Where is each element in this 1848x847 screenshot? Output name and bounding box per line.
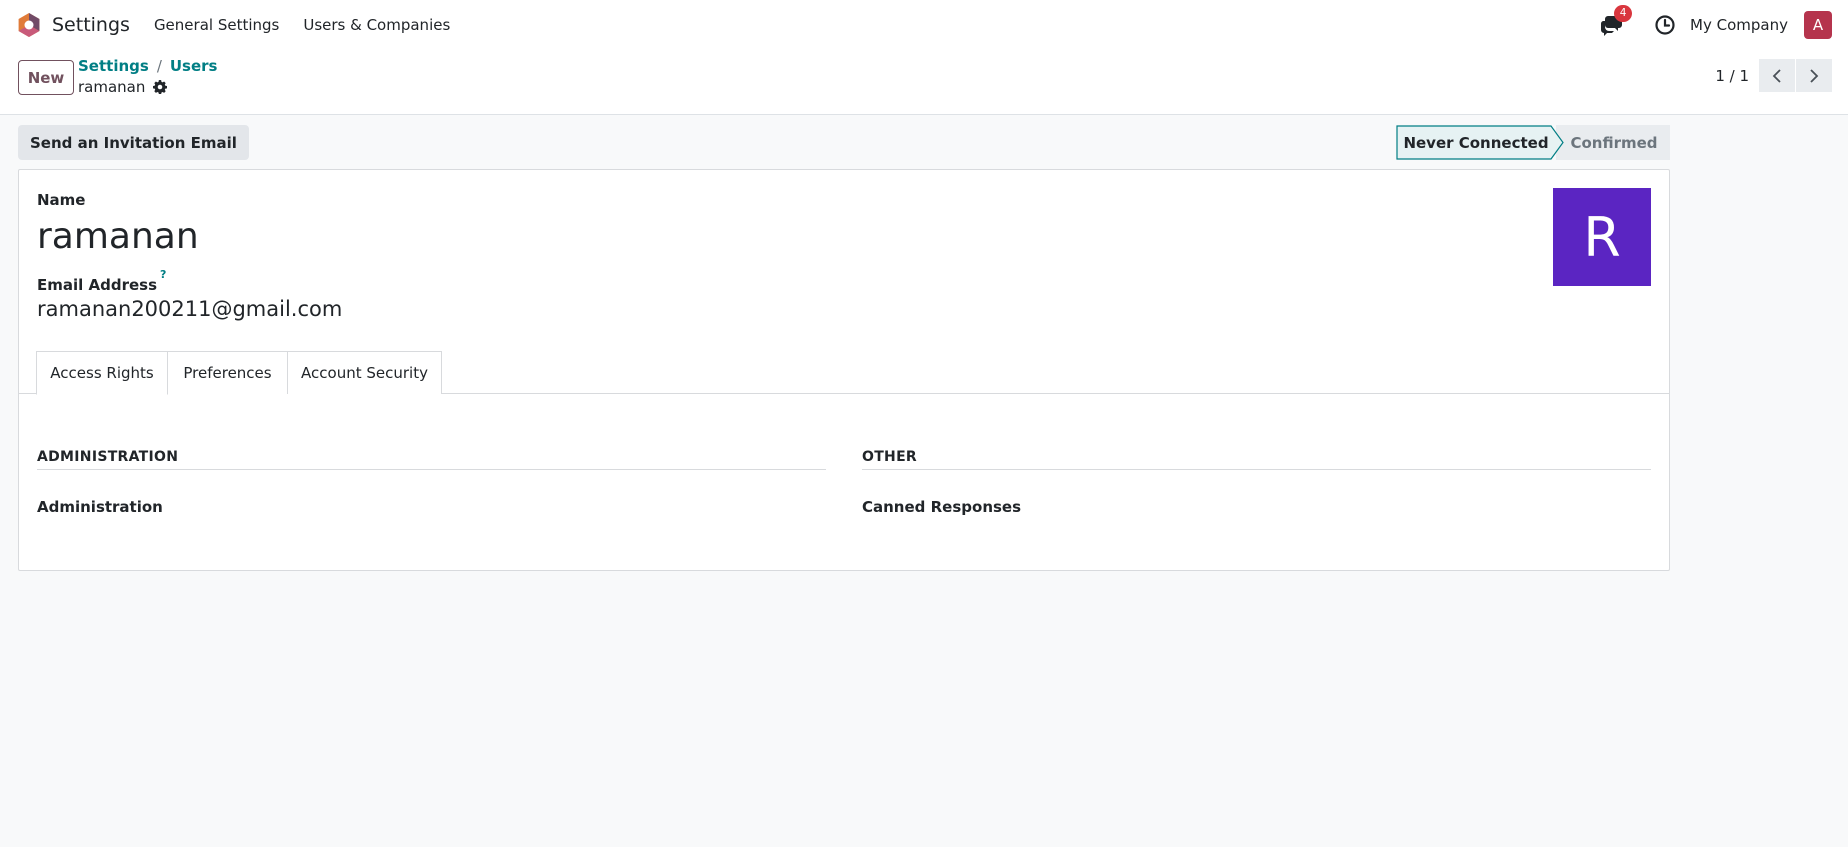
tab-access-rights[interactable]: Access Rights [36,351,168,395]
send-invitation-button[interactable]: Send an Invitation Email [18,125,249,160]
field-administration-label: Administration [37,498,163,516]
status-stages: Never Connected Confirmed [1396,125,1670,160]
new-button[interactable]: New [18,60,74,95]
pager-previous-button[interactable] [1759,59,1795,92]
form-statusbar: Send an Invitation Email Never Connected… [18,125,1670,160]
chevron-right-icon [1810,68,1819,83]
name-label: Name [37,191,86,209]
top-navbar: Settings General Settings Users & Compan… [0,0,1848,50]
name-field[interactable]: ramanan [37,216,199,257]
app-brand[interactable]: Settings [16,12,130,38]
gear-icon[interactable] [153,80,168,94]
clock-icon [1655,15,1675,35]
control-panel: New Settings / Users ramanan 1 / 1 [0,50,1848,115]
menu-general-settings[interactable]: General Settings [154,16,279,34]
email-label-wrap: Email Address? [37,268,166,294]
breadcrumb: Settings / Users [78,57,217,75]
pager-next-button[interactable] [1796,59,1832,92]
messages-badge: 4 [1614,5,1633,22]
odoo-settings-logo-icon[interactable] [16,12,42,38]
stage-confirmed[interactable]: Confirmed [1558,125,1670,160]
email-label: Email Address [37,276,158,294]
company-switcher[interactable]: My Company [1690,16,1788,34]
tab-account-security[interactable]: Account Security [287,351,442,394]
chevron-left-icon [1772,68,1781,83]
pager-value[interactable]: 1 / 1 [1715,67,1749,85]
pager: 1 / 1 [1715,59,1832,92]
notebook-tabs: Access Rights Preferences Account Securi… [19,351,1669,395]
breadcrumb-users[interactable]: Users [170,57,218,75]
email-help-tooltip[interactable]: ? [160,268,166,281]
section-other-title: OTHER [862,449,918,465]
form-sheet: Name ramanan Email Address? ramanan20021… [18,169,1670,571]
field-canned-responses-label: Canned Responses [862,498,1022,516]
messages-button[interactable]: 4 [1600,5,1633,36]
user-avatar[interactable]: A [1804,11,1832,39]
breadcrumb-settings[interactable]: Settings [78,57,149,75]
section-other-divider [862,469,1651,470]
record-name: ramanan [78,78,146,96]
record-title: ramanan [78,78,168,96]
app-name[interactable]: Settings [52,14,130,36]
tab-preferences[interactable]: Preferences [167,351,288,394]
breadcrumb-separator: / [156,57,162,75]
stage-never-connected[interactable]: Never Connected [1396,125,1556,160]
activities-button[interactable] [1654,14,1676,36]
user-avatar-image[interactable]: R [1553,188,1651,286]
email-field[interactable]: ramanan200211@gmail.com [37,297,342,321]
section-administration-title: ADMINISTRATION [37,449,179,465]
section-administration-divider [37,469,826,470]
menu-users-companies[interactable]: Users & Companies [303,16,450,34]
